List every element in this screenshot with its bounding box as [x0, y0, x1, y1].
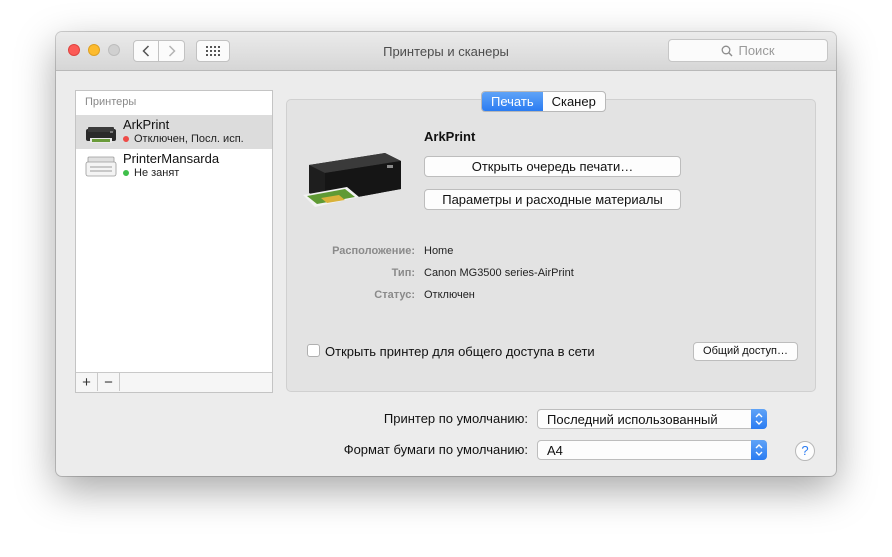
help-button[interactable]: ?: [795, 441, 815, 461]
default-printer-select[interactable]: Последний использованный: [537, 409, 767, 429]
default-paper-select[interactable]: A4: [537, 440, 767, 460]
printer-status-text: Не занят: [134, 167, 180, 179]
updown-arrows-icon: [751, 440, 767, 460]
location-value: Home: [424, 245, 454, 257]
tab-scanner[interactable]: Сканер: [543, 92, 605, 111]
title-bar: Принтеры и сканеры Поиск: [56, 32, 836, 71]
printer-item-printermansarda[interactable]: PrinterMansarda Не занят: [76, 149, 272, 183]
open-print-queue-button[interactable]: Открыть очередь печати…: [424, 156, 681, 177]
printer-item-arkprint[interactable]: ArkPrint Отключен, Посл. исп.: [76, 115, 272, 149]
printer-status-text: Отключен, Посл. исп.: [134, 133, 244, 145]
printer-list-toolbar: + −: [76, 372, 272, 392]
selected-printer-name: ArkPrint: [424, 129, 476, 144]
printer-name: PrinterMansarda: [123, 151, 220, 166]
updown-arrows-icon: [751, 409, 767, 429]
preferences-window: Принтеры и сканеры Поиск Принтеры ArkPri…: [56, 32, 836, 476]
printer-status: Отключен, Посл. исп.: [123, 133, 244, 145]
status-dot-icon: [123, 170, 129, 176]
share-printer-checkbox[interactable]: [307, 344, 320, 357]
inkjet-printer-icon: [86, 127, 116, 143]
tab-print[interactable]: Печать: [482, 92, 543, 111]
search-placeholder: Поиск: [738, 43, 775, 58]
laser-printer-icon: [85, 156, 117, 177]
printer-list-header: Принтеры: [85, 96, 137, 108]
default-paper-value: A4: [547, 443, 563, 458]
type-value: Canon MG3500 series-AirPrint: [424, 267, 574, 279]
status-value: Отключен: [424, 289, 475, 301]
share-printer-label[interactable]: Открыть принтер для общего доступа в сет…: [325, 344, 595, 359]
search-icon: [722, 45, 733, 56]
sharing-preferences-button[interactable]: Общий доступ…: [693, 342, 798, 361]
add-printer-button[interactable]: +: [76, 373, 98, 391]
printer-name: ArkPrint: [123, 117, 170, 132]
printer-image: [303, 153, 401, 207]
status-label: Статус:: [374, 289, 415, 301]
tab-bar: Печать Сканер: [481, 91, 606, 112]
location-label: Расположение:: [332, 245, 415, 257]
remove-printer-button[interactable]: −: [98, 373, 120, 391]
type-label: Тип:: [391, 267, 415, 279]
printer-list: Принтеры ArkPrint Отключен, Посл. исп. P…: [75, 90, 273, 393]
default-printer-label: Принтер по умолчанию:: [383, 411, 528, 426]
printer-status: Не занят: [123, 167, 179, 179]
default-paper-label: Формат бумаги по умолчанию:: [343, 442, 528, 457]
status-dot-icon: [123, 136, 129, 142]
options-supplies-button[interactable]: Параметры и расходные материалы: [424, 189, 681, 210]
default-printer-value: Последний использованный: [547, 412, 718, 427]
search-field[interactable]: Поиск: [668, 39, 828, 62]
